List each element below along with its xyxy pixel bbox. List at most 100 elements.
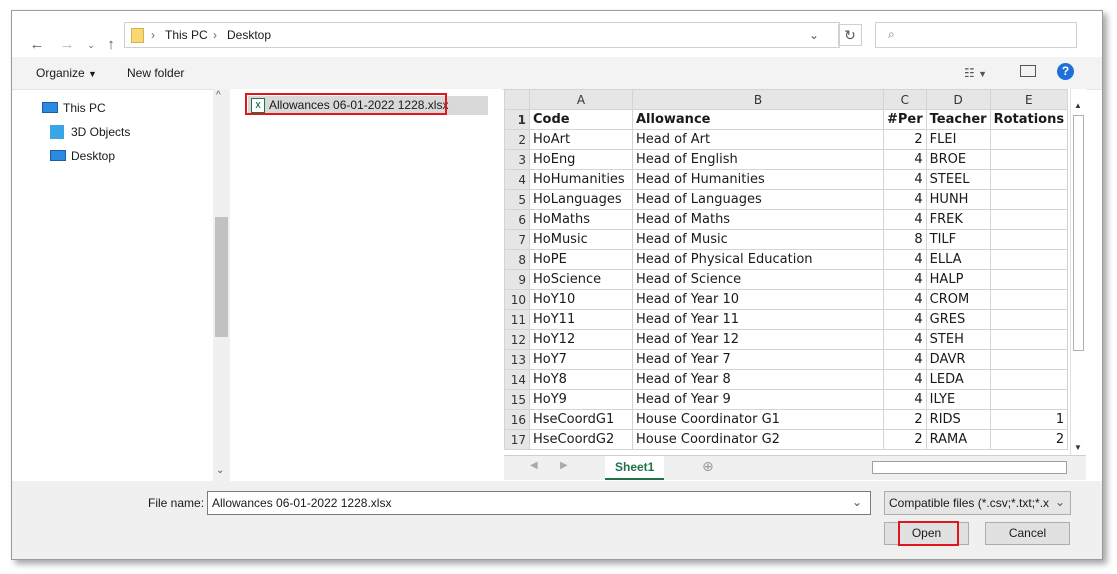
table-cell[interactable]: STEH: [925, 329, 991, 350]
table-cell[interactable]: Head of Year 12: [632, 329, 884, 350]
table-cell[interactable]: LEDA: [925, 369, 991, 390]
row-header[interactable]: 14: [504, 369, 530, 390]
column-header[interactable]: E: [989, 89, 1069, 110]
row-header[interactable]: 8: [504, 249, 530, 270]
table-cell[interactable]: Head of Humanities: [632, 169, 884, 190]
file-name-input[interactable]: Allowances 06-01-2022 1228.xlsx ⌄: [207, 491, 871, 515]
table-cell[interactable]: 4: [883, 169, 927, 190]
table-cell[interactable]: [989, 249, 1069, 270]
table-cell[interactable]: #Per: [883, 109, 927, 130]
table-cell[interactable]: [989, 189, 1069, 210]
column-header[interactable]: D: [925, 89, 991, 110]
horizontal-scrollbar[interactable]: [872, 461, 1067, 474]
scroll-up-icon[interactable]: ^: [216, 90, 221, 101]
table-cell[interactable]: HoPE: [529, 249, 633, 270]
column-header[interactable]: B: [632, 89, 884, 110]
column-header[interactable]: C: [883, 89, 927, 110]
navigation-scrollbar[interactable]: ^ ⌄: [213, 89, 230, 481]
table-cell[interactable]: 4: [883, 209, 927, 230]
address-bar[interactable]: › This PC › Desktop ⌄: [124, 22, 840, 48]
table-cell[interactable]: RAMA: [925, 429, 991, 450]
table-cell[interactable]: ELLA: [925, 249, 991, 270]
table-cell[interactable]: Head of Year 8: [632, 369, 884, 390]
search-box[interactable]: ⌕: [875, 22, 1077, 48]
row-header[interactable]: 11: [504, 309, 530, 330]
row-header[interactable]: 10: [504, 289, 530, 310]
table-cell[interactable]: HoY9: [529, 389, 633, 410]
chevron-down-icon[interactable]: ⌄: [852, 495, 862, 509]
table-cell[interactable]: 4: [883, 349, 927, 370]
table-cell[interactable]: HoLanguages: [529, 189, 633, 210]
table-cell[interactable]: Head of Year 11: [632, 309, 884, 330]
row-header[interactable]: 5: [504, 189, 530, 210]
preview-scrollbar[interactable]: ▲ ▼: [1070, 89, 1087, 455]
file-item[interactable]: X Allowances 06-01-2022 1228.xlsx: [245, 93, 488, 115]
scroll-thumb[interactable]: [215, 217, 228, 337]
view-options-icon[interactable]: ☷ ▼: [964, 66, 987, 80]
help-icon[interactable]: ?: [1057, 63, 1074, 80]
table-cell[interactable]: 2: [883, 409, 927, 430]
table-cell[interactable]: FLEI: [925, 129, 991, 150]
table-cell[interactable]: [989, 289, 1069, 310]
breadcrumb-desktop[interactable]: Desktop: [227, 28, 271, 42]
table-cell[interactable]: Code: [529, 109, 633, 130]
table-cell[interactable]: 4: [883, 309, 927, 330]
table-cell[interactable]: 4: [883, 189, 927, 210]
scroll-down-icon[interactable]: ⌄: [216, 465, 224, 476]
table-cell[interactable]: Rotations: [989, 109, 1069, 130]
row-header[interactable]: 1: [504, 109, 530, 130]
table-cell[interactable]: 4: [883, 389, 927, 410]
table-cell[interactable]: [989, 329, 1069, 350]
row-header[interactable]: 9: [504, 269, 530, 290]
table-cell[interactable]: 4: [883, 369, 927, 390]
row-header[interactable]: 13: [504, 349, 530, 370]
table-cell[interactable]: HoY10: [529, 289, 633, 310]
table-cell[interactable]: [989, 309, 1069, 330]
table-cell[interactable]: 2: [883, 429, 927, 450]
table-cell[interactable]: HoHumanities: [529, 169, 633, 190]
refresh-icon[interactable]: ↻: [838, 24, 862, 46]
table-cell[interactable]: HoEng: [529, 149, 633, 170]
table-cell[interactable]: HUNH: [925, 189, 991, 210]
table-cell[interactable]: HoY7: [529, 349, 633, 370]
table-cell[interactable]: [989, 369, 1069, 390]
table-cell[interactable]: STEEL: [925, 169, 991, 190]
row-header[interactable]: 12: [504, 329, 530, 350]
table-cell[interactable]: DAVR: [925, 349, 991, 370]
tree-item-this-pc[interactable]: This PC: [42, 101, 106, 115]
tree-item-desktop[interactable]: Desktop: [50, 149, 115, 163]
table-cell[interactable]: [989, 169, 1069, 190]
table-cell[interactable]: 1: [989, 409, 1069, 430]
table-cell[interactable]: 4: [883, 149, 927, 170]
table-cell[interactable]: Allowance: [632, 109, 884, 130]
table-cell[interactable]: Head of Science: [632, 269, 884, 290]
table-cell[interactable]: Head of Year 10: [632, 289, 884, 310]
add-sheet-icon[interactable]: ⊕: [702, 458, 714, 475]
table-cell[interactable]: CROM: [925, 289, 991, 310]
table-cell[interactable]: Head of English: [632, 149, 884, 170]
table-cell[interactable]: RIDS: [925, 409, 991, 430]
scroll-thumb[interactable]: [1073, 115, 1084, 351]
preview-pane-icon[interactable]: [1020, 65, 1036, 77]
row-header[interactable]: 7: [504, 229, 530, 250]
table-cell[interactable]: GRES: [925, 309, 991, 330]
organize-menu[interactable]: Organize ▼: [36, 66, 97, 80]
table-cell[interactable]: HoY11: [529, 309, 633, 330]
sheet-tab[interactable]: Sheet1: [605, 456, 665, 480]
row-header[interactable]: 2: [504, 129, 530, 150]
row-header[interactable]: 6: [504, 209, 530, 230]
table-cell[interactable]: 8: [883, 229, 927, 250]
table-cell[interactable]: 4: [883, 249, 927, 270]
up-arrow-icon[interactable]: ↑: [102, 35, 120, 55]
table-cell[interactable]: [989, 349, 1069, 370]
table-cell[interactable]: BROE: [925, 149, 991, 170]
table-cell[interactable]: House Coordinator G2: [632, 429, 884, 450]
table-cell[interactable]: [989, 229, 1069, 250]
table-cell[interactable]: HseCoordG1: [529, 409, 633, 430]
table-cell[interactable]: HoY12: [529, 329, 633, 350]
new-folder-button[interactable]: New folder: [127, 66, 184, 80]
table-cell[interactable]: TILF: [925, 229, 991, 250]
column-header[interactable]: A: [529, 89, 633, 110]
table-cell[interactable]: 4: [883, 269, 927, 290]
sheet-nav-right-icon[interactable]: ▶: [560, 460, 568, 471]
